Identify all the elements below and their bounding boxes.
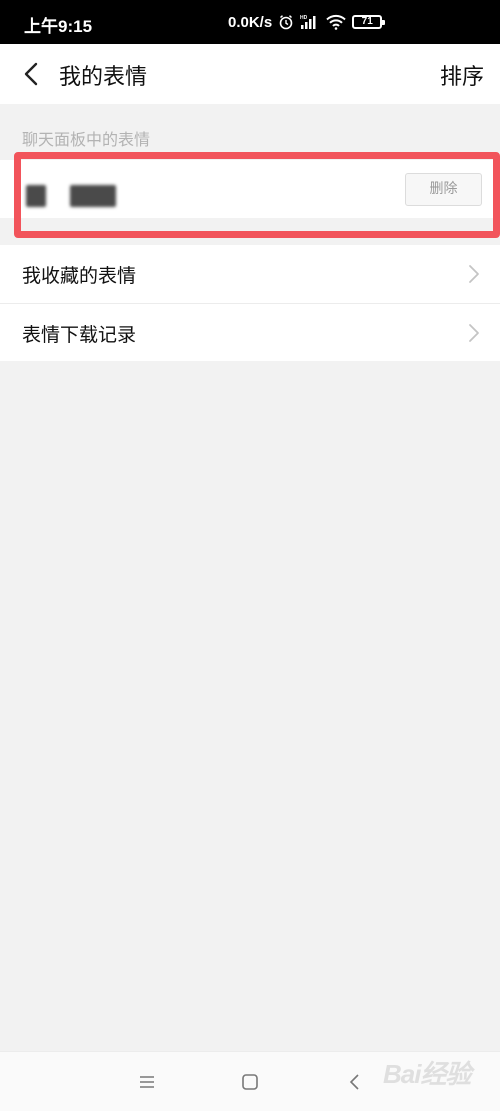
chevron-left-icon[interactable] (18, 60, 46, 88)
chevron-right-icon (467, 323, 481, 343)
alarm-icon (278, 14, 294, 30)
baidu-jingyan-watermark: Bai经验 (383, 1059, 471, 1089)
network-speed: 0.0K/s (228, 13, 273, 31)
menu-item-favorite-stickers[interactable]: 我收藏的表情 (0, 245, 500, 303)
menu-item-download-history[interactable]: 表情下载记录 (0, 303, 500, 361)
hd-signal-icon: HD (300, 14, 320, 30)
chat-panel-section-title: 聊天面板中的表情 (22, 130, 151, 149)
menu-icon[interactable] (135, 1070, 159, 1094)
back-icon[interactable] (343, 1070, 367, 1094)
home-icon[interactable] (238, 1070, 262, 1094)
highlight-annotation-box (14, 152, 500, 238)
menu-item-label: 我收藏的表情 (22, 265, 137, 287)
status-bar: 上午9:15 0.0K/s HD 71 (0, 0, 500, 44)
sticker-menu-list: 我收藏的表情 表情下载记录 (0, 245, 500, 361)
sort-button[interactable]: 排序 (440, 59, 484, 91)
chevron-right-icon (467, 264, 481, 284)
menu-item-label: 表情下载记录 (22, 324, 137, 346)
status-indicators: 0.0K/s HD 71 (228, 12, 386, 32)
status-time: 上午9:15 (24, 17, 93, 36)
wifi-icon (326, 14, 346, 30)
navigation-bar: 我的表情 排序 (0, 44, 500, 104)
svg-text:HD: HD (300, 15, 308, 21)
page-title: 我的表情 (59, 65, 148, 90)
battery-icon: 71 (352, 15, 386, 29)
